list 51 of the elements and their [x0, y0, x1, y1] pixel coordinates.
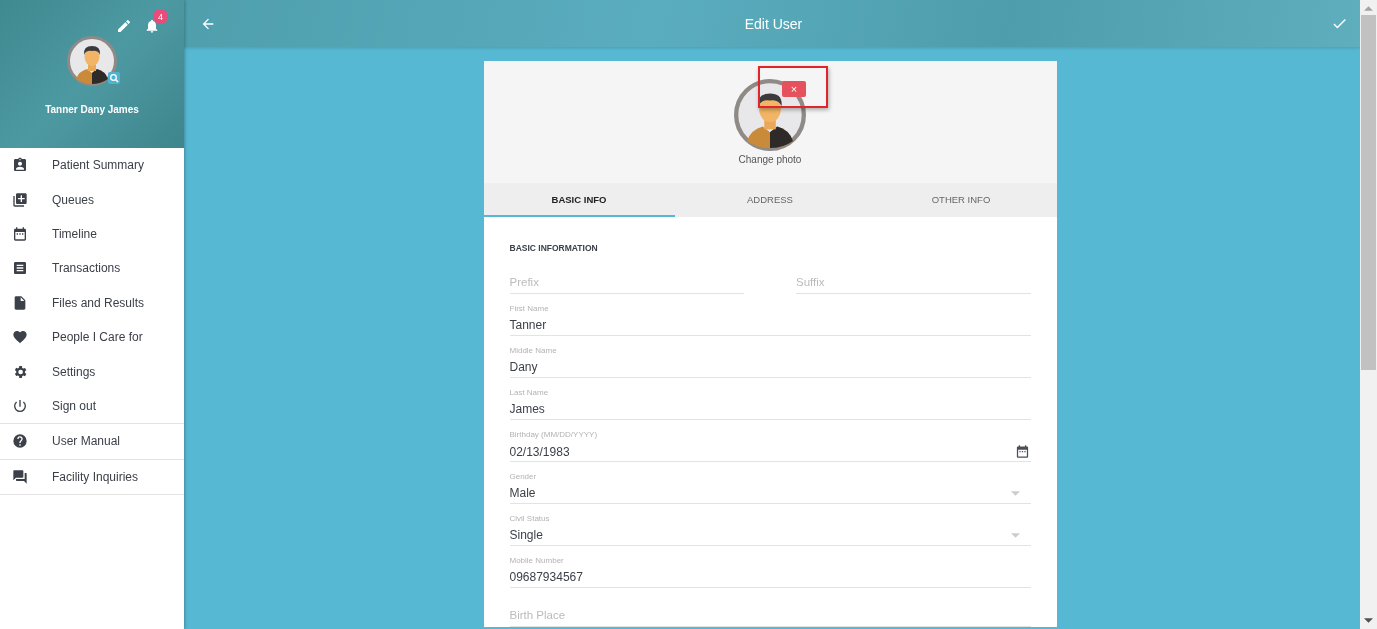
scroll-up-icon[interactable]	[1364, 6, 1373, 11]
menu-item[interactable]: Sign out	[0, 388, 184, 424]
file-icon	[12, 294, 28, 311]
input-field[interactable]: Mobile Number 09687934567	[509, 546, 1031, 588]
menu-item[interactable]: Timeline	[0, 216, 184, 252]
chat-icon	[12, 468, 28, 485]
input-field[interactable]: Suffix	[796, 273, 1031, 294]
input-field[interactable]: Birth Place	[509, 606, 1031, 627]
menu-item[interactable]: User Manual	[0, 424, 184, 459]
notification-badge: 4	[153, 9, 168, 24]
input-field[interactable]: Middle Name Dany	[509, 336, 1031, 378]
menu-item[interactable]: Transactions	[0, 251, 184, 286]
user-name: Tanner Dany James	[45, 104, 139, 115]
scroll-down-icon[interactable]	[1364, 618, 1373, 623]
scrollbar[interactable]	[1360, 0, 1377, 629]
bell-icon[interactable]	[144, 18, 160, 34]
menu-item[interactable]: Facility Inquiries	[0, 459, 184, 494]
calendar-icon	[12, 225, 28, 242]
dropdown-caret-icon	[1010, 532, 1020, 538]
tab[interactable]: OTHER INFO	[865, 183, 1057, 217]
heart-icon	[12, 329, 28, 346]
page-title: Edit User	[744, 15, 803, 32]
remove-photo-button[interactable]: ×	[782, 81, 806, 97]
menu-item[interactable]: Settings	[0, 354, 184, 389]
menu-item[interactable]: People I Care for	[0, 319, 184, 355]
list-icon	[12, 260, 28, 277]
help-icon	[12, 433, 28, 450]
input-field[interactable]: First Name Tanner	[509, 294, 1031, 336]
dropdown-field[interactable]: Gender Male	[509, 462, 1031, 504]
gear-icon	[12, 363, 28, 380]
menu-item[interactable]: Patient Summary	[0, 148, 184, 183]
tab[interactable]: BASIC INFO	[483, 183, 675, 217]
input-field[interactable]: Birthday (MM/DD/YYYY) 02/13/1983	[509, 420, 1031, 462]
add-box-icon	[12, 191, 28, 208]
highlight-frame	[758, 66, 828, 108]
avatar	[67, 36, 117, 86]
power-icon	[12, 397, 28, 414]
tab[interactable]: ADDRESS	[674, 183, 866, 217]
clipboard-person-icon	[12, 157, 28, 174]
section-title: BASIC INFORMATION	[509, 243, 599, 253]
dropdown-field[interactable]: Civil Status Single	[509, 504, 1031, 546]
pencil-icon[interactable]	[116, 18, 132, 34]
input-field[interactable]: Prefix	[509, 273, 744, 294]
input-field[interactable]: Last Name James	[509, 378, 1031, 420]
change-photo-link[interactable]: Change photo	[738, 154, 802, 165]
dropdown-caret-icon	[1010, 490, 1020, 496]
search-icon[interactable]	[108, 72, 120, 84]
scrollbar-thumb[interactable]	[1361, 15, 1376, 370]
menu-item[interactable]: Queues	[0, 182, 184, 217]
menu-item[interactable]: Files and Results	[0, 285, 184, 320]
calendar-icon[interactable]	[1014, 444, 1030, 459]
